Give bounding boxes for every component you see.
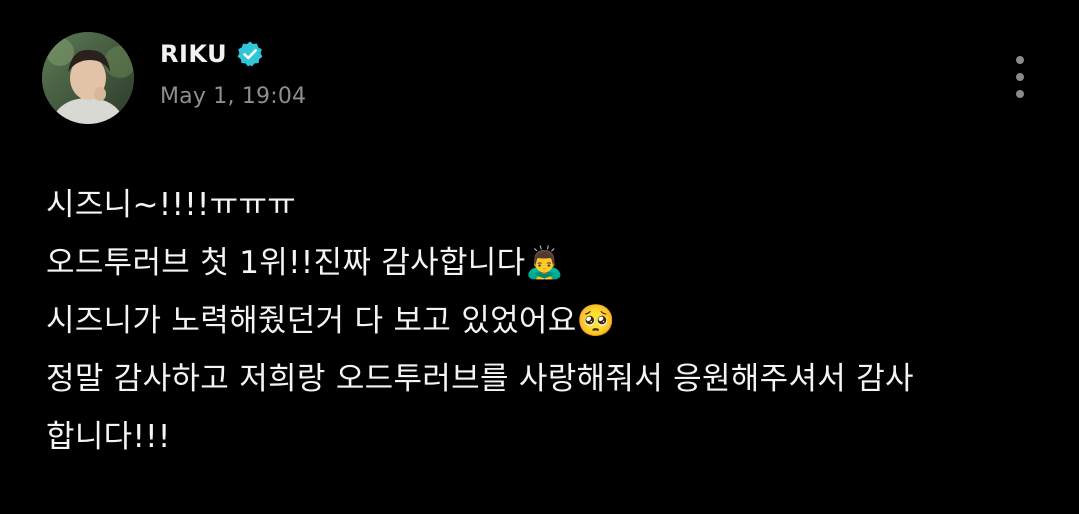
post-body: 시즈니~!!!!ㅠㅠㅠ 오드투러브 첫 1위!!진짜 감사합니다🙇‍♂️ 시즈니… — [46, 176, 1046, 466]
more-vertical-icon — [1016, 56, 1024, 64]
post-header: RIKU May 1, 19:04 — [160, 36, 306, 109]
more-vertical-icon-dot — [1016, 90, 1024, 98]
profile-photo-icon — [42, 32, 134, 124]
post-line: 시즈니~!!!!ㅠㅠㅠ — [46, 187, 297, 223]
more-options-button[interactable] — [1004, 52, 1036, 102]
post-timestamp: May 1, 19:04 — [160, 84, 307, 109]
avatar[interactable] — [42, 32, 134, 124]
verified-badge-icon — [236, 40, 264, 68]
post-line: 합니다!!! — [46, 419, 171, 455]
post-line: 오드투러브 첫 1위!!진짜 감사합니다🙇‍♂️ — [46, 245, 565, 281]
post-card: RIKU May 1, 19:04 시즈니~!!!!ㅠㅠㅠ 오드투러브 첫 1위… — [0, 0, 1079, 514]
author-name[interactable]: RIKU — [160, 40, 227, 68]
author-row: RIKU — [160, 36, 306, 72]
post-line: 정말 감사하고 저희랑 오드투러브를 사랑해줘서 응원해주셔서 감사 — [46, 361, 914, 397]
more-vertical-icon-dot — [1016, 73, 1024, 81]
post-line: 시즈니가 노력해줬던거 다 보고 있었어요🥺 — [46, 303, 616, 339]
